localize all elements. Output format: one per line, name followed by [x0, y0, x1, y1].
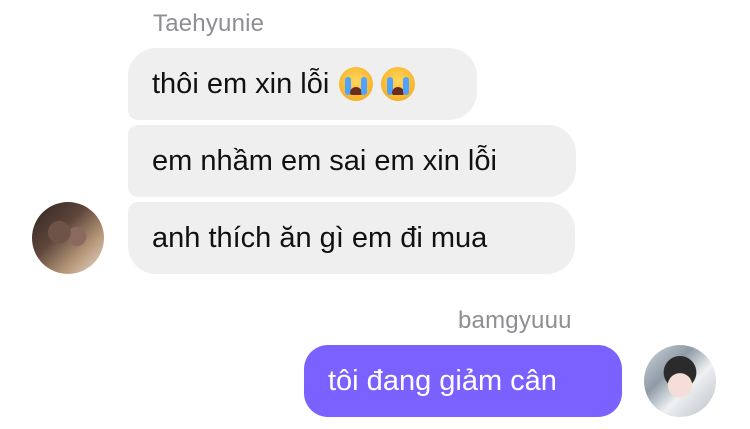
loudly-crying-face-emoji: [381, 67, 416, 101]
incoming-sender-name: Taehyunie: [153, 10, 265, 37]
message-text: tôi đang giảm cân: [328, 364, 557, 397]
message-bubble-outgoing[interactable]: tôi đang giảm cân: [304, 345, 622, 417]
message-bubble-incoming[interactable]: anh thích ăn gì em đi mua: [128, 202, 575, 274]
emoji-group: [331, 67, 416, 101]
incoming-sender-avatar[interactable]: [32, 202, 104, 274]
loudly-crying-face-emoji: [339, 67, 374, 101]
outgoing-sender-avatar[interactable]: [644, 345, 716, 417]
message-text: em nhầm em sai em xin lỗi: [152, 144, 497, 177]
message-text: thôi em xin lỗi: [152, 67, 330, 100]
outgoing-sender-name: bamgyuuu: [458, 307, 572, 334]
message-text: anh thích ăn gì em đi mua: [152, 221, 488, 254]
message-bubble-incoming[interactable]: em nhầm em sai em xin lỗi: [128, 125, 576, 197]
message-bubble-incoming[interactable]: thôi em xin lỗi: [128, 48, 477, 120]
